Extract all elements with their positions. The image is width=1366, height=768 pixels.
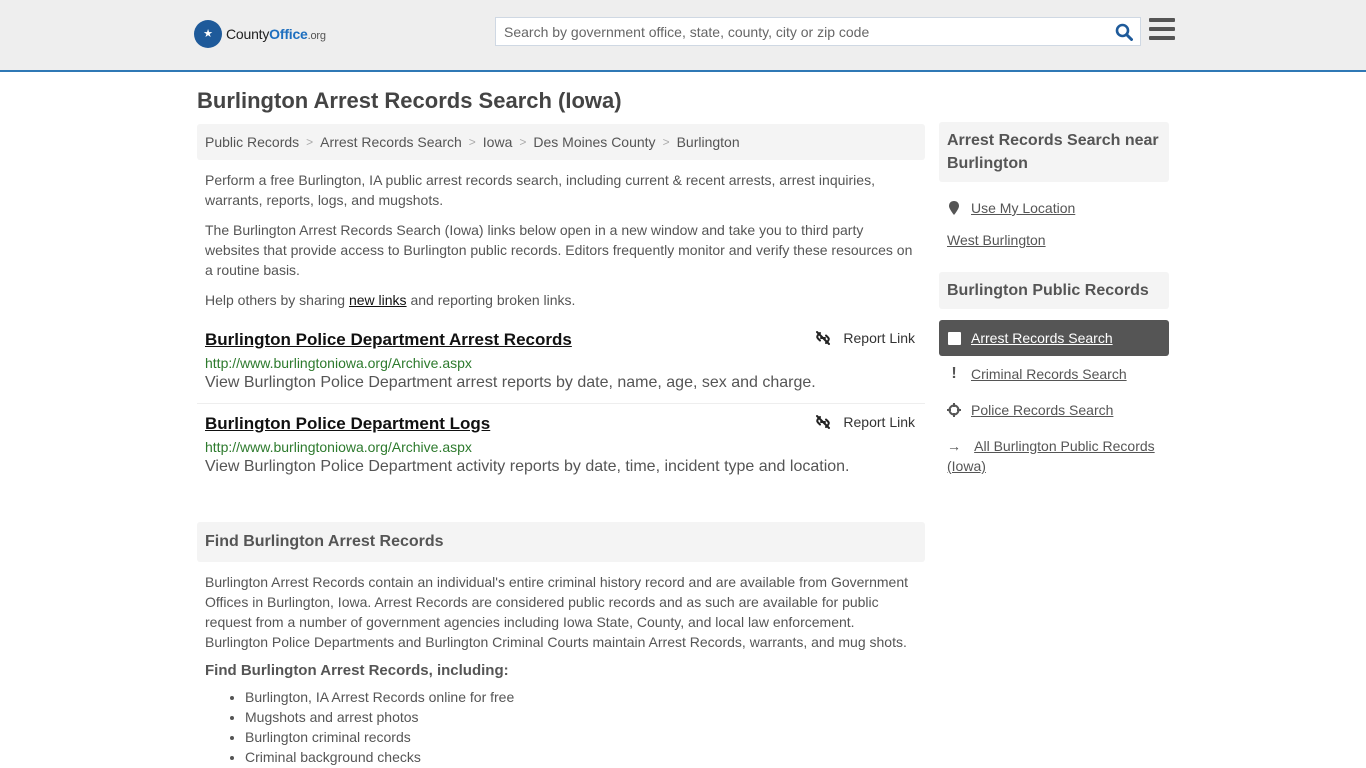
use-location-item: Use My Location: [939, 200, 1169, 216]
result-url[interactable]: http://www.burlingtoniowa.org/Archive.as…: [205, 355, 917, 371]
result-title-link[interactable]: Burlington Police Department Arrest Reco…: [205, 330, 572, 350]
share-text: Help others by sharing: [205, 292, 349, 308]
site-header: ★ CountyOffice.org: [0, 0, 1366, 72]
result-description: View Burlington Police Department activi…: [205, 458, 850, 475]
list-item: Burlington, IA Arrest Records online for…: [245, 687, 925, 707]
result-item: Burlington Police Department Arrest Reco…: [197, 330, 925, 404]
result-description: View Burlington Police Department arrest…: [205, 374, 816, 391]
find-records-body: Burlington Arrest Records contain an ind…: [205, 574, 909, 650]
sidebar-item-arrest-records[interactable]: Arrest Records Search: [939, 320, 1169, 356]
result-url[interactable]: http://www.burlingtoniowa.org/Archive.as…: [205, 439, 917, 455]
report-link-button[interactable]: Report Link: [815, 330, 915, 346]
result-item: Burlington Police Department Logs Report…: [197, 414, 925, 476]
page-title: Burlington Arrest Records Search (Iowa): [197, 88, 622, 113]
sidebar-item-label[interactable]: All Burlington Public Records (Iowa): [947, 438, 1155, 474]
breadcrumb: Public Records > Arrest Records Search > I…: [197, 124, 925, 160]
exclamation-icon: !: [951, 365, 957, 382]
use-my-location-link[interactable]: Use My Location: [971, 200, 1075, 216]
breadcrumb-separator: >: [662, 135, 670, 149]
eagle-logo-icon: ★: [194, 20, 222, 48]
list-item: Burlington criminal records: [245, 727, 925, 747]
sidebar-item-criminal-records[interactable]: ! Criminal Records Search: [939, 364, 1169, 384]
hamburger-menu-icon[interactable]: [1149, 18, 1175, 42]
public-records-heading: Burlington Public Records: [939, 272, 1169, 309]
find-records-list: Burlington, IA Arrest Records online for…: [197, 687, 925, 767]
breadcrumb-arrest-records-search[interactable]: Arrest Records Search: [320, 134, 462, 150]
sidebar-item-all-public-records[interactable]: → All Burlington Public Records (Iowa): [939, 436, 1169, 476]
arrow-right-icon: →: [947, 438, 961, 454]
list-item: Criminal background checks: [245, 747, 925, 767]
sidebar-item-label[interactable]: Criminal Records Search: [971, 366, 1127, 382]
list-item: Mugshots and arrest photos: [245, 707, 925, 727]
disclaimer-paragraph: The Burlington Arrest Records Search (Io…: [205, 222, 913, 278]
main-content: Public Records > Arrest Records Search > I…: [197, 124, 925, 767]
new-links-link[interactable]: new links: [349, 292, 407, 308]
sidebar-item-label[interactable]: Arrest Records Search: [971, 330, 1113, 346]
sidebar-item-police-records[interactable]: Police Records Search: [939, 400, 1169, 420]
result-title-link[interactable]: Burlington Police Department Logs: [205, 414, 490, 434]
broken-link-icon: [816, 331, 831, 345]
share-text-end: and reporting broken links.: [406, 292, 576, 308]
breadcrumb-separator: >: [468, 135, 476, 149]
breadcrumb-iowa[interactable]: Iowa: [483, 134, 513, 150]
nearby-item: West Burlington: [939, 232, 1169, 248]
square-icon: [947, 331, 961, 345]
map-marker-icon: [947, 201, 961, 215]
logo-text: CountyOffice.org: [226, 26, 326, 42]
search-bar: [495, 17, 1141, 46]
site-logo[interactable]: ★ CountyOffice.org: [194, 20, 326, 48]
breadcrumb-separator: >: [519, 135, 527, 149]
nearby-heading: Arrest Records Search near Burlington: [939, 122, 1169, 182]
find-records-subheading: Find Burlington Arrest Records, includin…: [205, 662, 509, 679]
breadcrumb-separator: >: [306, 135, 314, 149]
breadcrumb-des-moines-county[interactable]: Des Moines County: [533, 134, 655, 150]
intro-paragraph: Perform a free Burlington, IA public arr…: [205, 172, 875, 208]
broken-link-icon: [816, 415, 831, 429]
breadcrumb-public-records[interactable]: Public Records: [205, 134, 299, 150]
find-records-heading: Find Burlington Arrest Records: [197, 522, 925, 562]
report-link-label: Report Link: [843, 330, 915, 346]
crosshair-icon: [947, 403, 961, 417]
report-link-label: Report Link: [843, 414, 915, 430]
search-button[interactable]: [1108, 18, 1140, 45]
sidebar-item-label[interactable]: Police Records Search: [971, 402, 1113, 418]
report-link-button[interactable]: Report Link: [815, 414, 915, 430]
sidebar: Arrest Records Search near Burlington Us…: [939, 122, 1169, 476]
search-icon: [1115, 23, 1133, 41]
share-paragraph: Help others by sharing new links and rep…: [197, 290, 925, 310]
breadcrumb-burlington[interactable]: Burlington: [677, 134, 740, 150]
nearby-link-west-burlington[interactable]: West Burlington: [947, 232, 1046, 248]
search-input[interactable]: [496, 18, 1108, 45]
